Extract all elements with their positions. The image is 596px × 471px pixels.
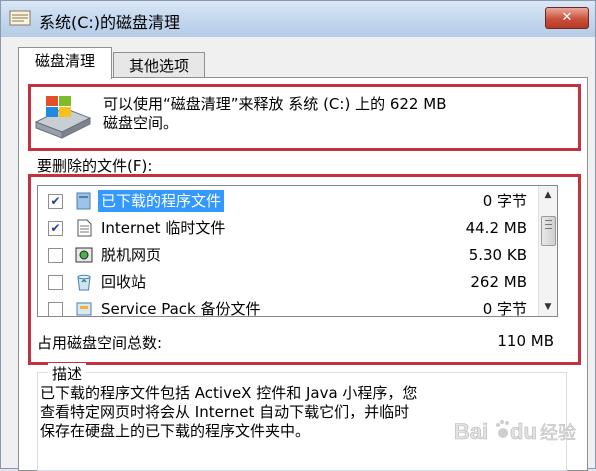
recycle-bin-icon: [77, 274, 91, 291]
baidu-watermark: Bai du 经验: [454, 419, 577, 445]
disk-cleanup-icon: [9, 10, 31, 26]
title-bar[interactable]: 系统(C:)的磁盘清理 ✕: [1, 1, 595, 37]
list-item[interactable]: ✔ Internet 临时文件 44.2 MB: [38, 215, 535, 242]
tab-disk-cleanup[interactable]: 磁盘清理: [18, 47, 112, 79]
files-list[interactable]: ✔ 已下载的程序文件 0 字节 ✔ Internet 临时文件 44.2 MB …: [37, 185, 558, 317]
file-size: 5.30 KB: [468, 246, 527, 264]
tab-more-options[interactable]: 其他选项: [113, 52, 205, 79]
total-space-label: 占用磁盘空间总数:: [37, 334, 163, 352]
file-name: 回收站: [101, 273, 147, 291]
list-item[interactable]: Service Pack 备份文件 0 字节: [38, 296, 535, 316]
close-button[interactable]: ✕: [545, 7, 589, 29]
watermark-brand: Bai: [454, 419, 488, 444]
description-heading: 描述: [48, 363, 87, 384]
summary-text: 可以使用“磁盘清理”来释放 系统 (C:) 上的 622 MB 磁盘空间。: [103, 95, 563, 133]
file-size: 262 MB: [470, 273, 527, 291]
checkbox[interactable]: [48, 302, 63, 316]
list-item[interactable]: 脱机网页 5.30 KB: [38, 242, 535, 269]
offline-page-icon: [75, 247, 93, 263]
list-scrollbar[interactable]: ▲ ▼: [538, 186, 557, 316]
backup-icon: [76, 302, 92, 316]
watermark-paw: du: [510, 419, 537, 444]
checkbox[interactable]: [48, 248, 63, 263]
document-icon: [77, 219, 92, 237]
file-name: Internet 临时文件: [101, 219, 226, 237]
summary-line-1: 可以使用“磁盘清理”来释放 系统 (C:) 上的 622 MB: [103, 95, 447, 113]
close-icon: ✕: [561, 10, 573, 25]
file-size: 0 字节: [482, 300, 527, 316]
scroll-up-icon[interactable]: ▲: [539, 186, 557, 204]
window-title: 系统(C:)的磁盘清理: [39, 13, 181, 32]
file-name: Service Pack 备份文件: [101, 300, 261, 316]
description-line-1: 已下载的程序文件包括 ActiveX 控件和 Java 小程序，您: [40, 384, 418, 402]
checkbox[interactable]: ✔: [48, 194, 63, 209]
file-name: 已下载的程序文件: [98, 190, 225, 212]
list-item[interactable]: ✔ 已下载的程序文件 0 字节: [38, 188, 535, 215]
checkbox[interactable]: ✔: [48, 221, 63, 236]
scrollbar-thumb[interactable]: [541, 216, 556, 246]
watermark-suffix: 经验: [540, 423, 576, 444]
checkbox[interactable]: [48, 275, 63, 290]
scroll-down-icon[interactable]: ▼: [539, 298, 557, 316]
file-name: 脱机网页: [101, 246, 162, 264]
summary-line-2: 磁盘空间。: [103, 114, 179, 132]
files-to-delete-label: 要删除的文件(F):: [37, 157, 153, 175]
list-item[interactable]: 回收站 262 MB: [38, 269, 535, 296]
paw-icon: [496, 420, 509, 438]
total-space-value: 110 MB: [497, 332, 554, 350]
file-size: 0 字节: [482, 192, 527, 210]
file-size: 44.2 MB: [465, 219, 527, 237]
hard-drive-icon: [34, 96, 92, 139]
folder-icon: [76, 192, 91, 210]
